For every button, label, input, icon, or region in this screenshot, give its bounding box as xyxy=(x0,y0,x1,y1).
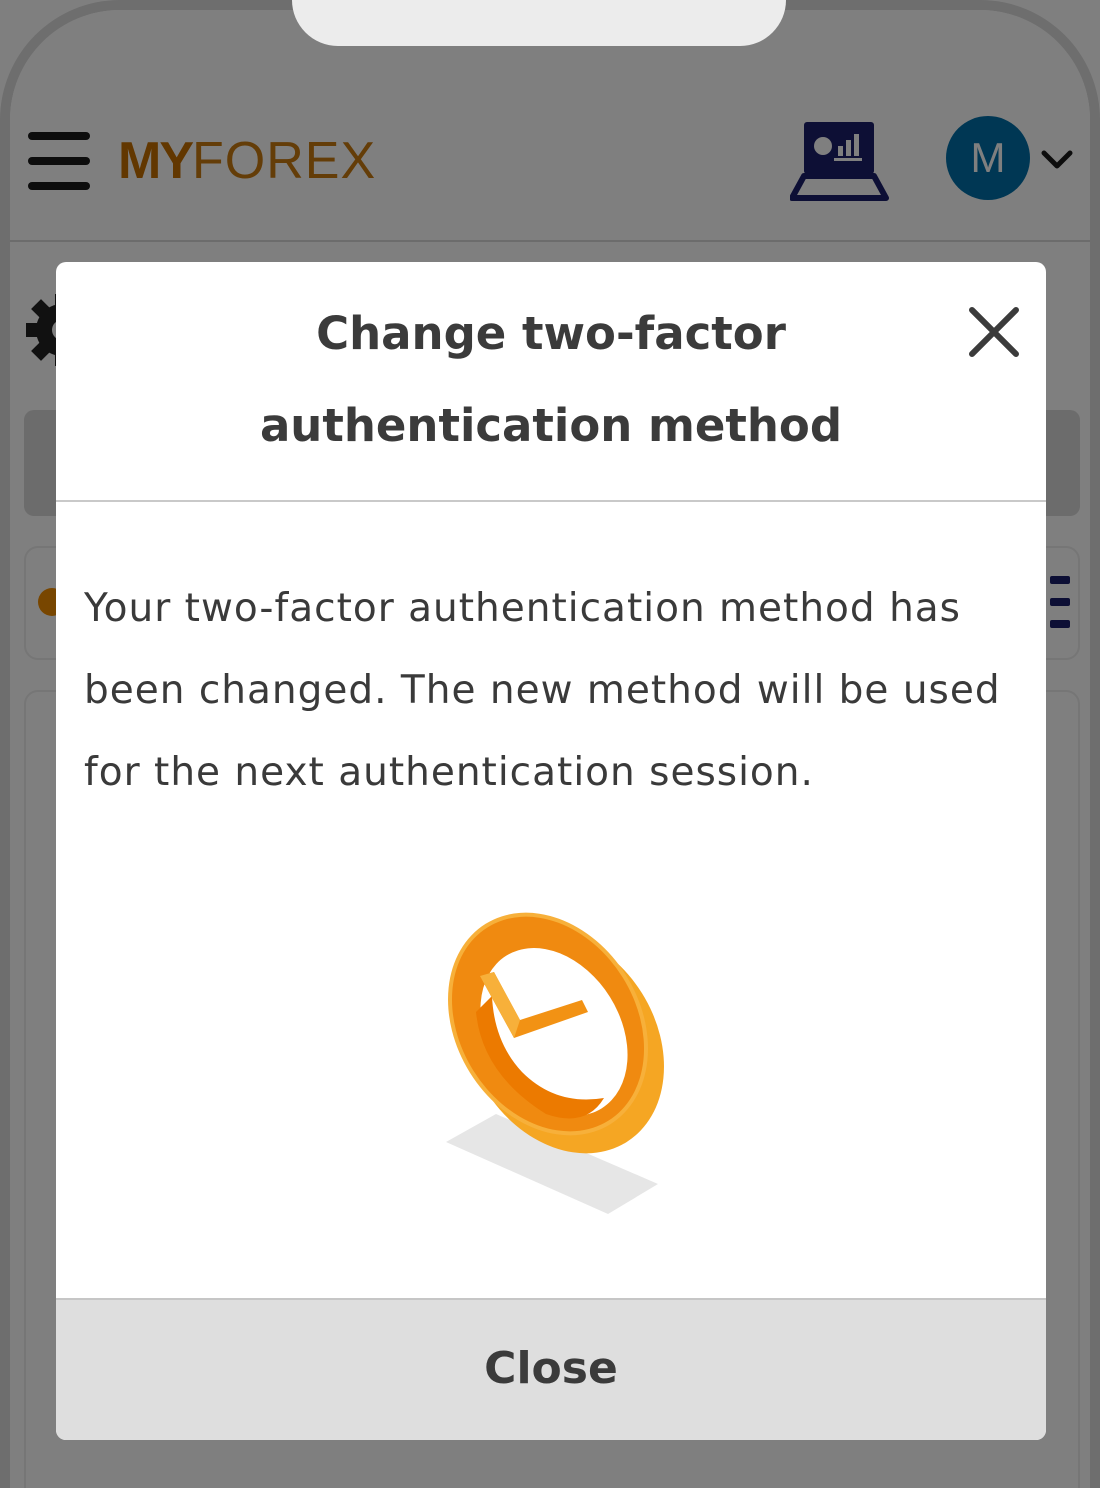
dialog-header: Change two-factor authentication method xyxy=(56,262,1046,502)
two-factor-changed-dialog: Change two-factor authentication method … xyxy=(56,262,1046,1440)
success-check-icon xyxy=(446,912,664,1214)
dialog-message: Your two-factor authentication method ha… xyxy=(84,586,1001,795)
phone-notch xyxy=(292,0,786,46)
dialog-title: Change two-factor authentication method xyxy=(259,307,843,452)
close-button[interactable]: Close xyxy=(56,1298,1046,1440)
close-icon[interactable] xyxy=(968,306,1020,358)
